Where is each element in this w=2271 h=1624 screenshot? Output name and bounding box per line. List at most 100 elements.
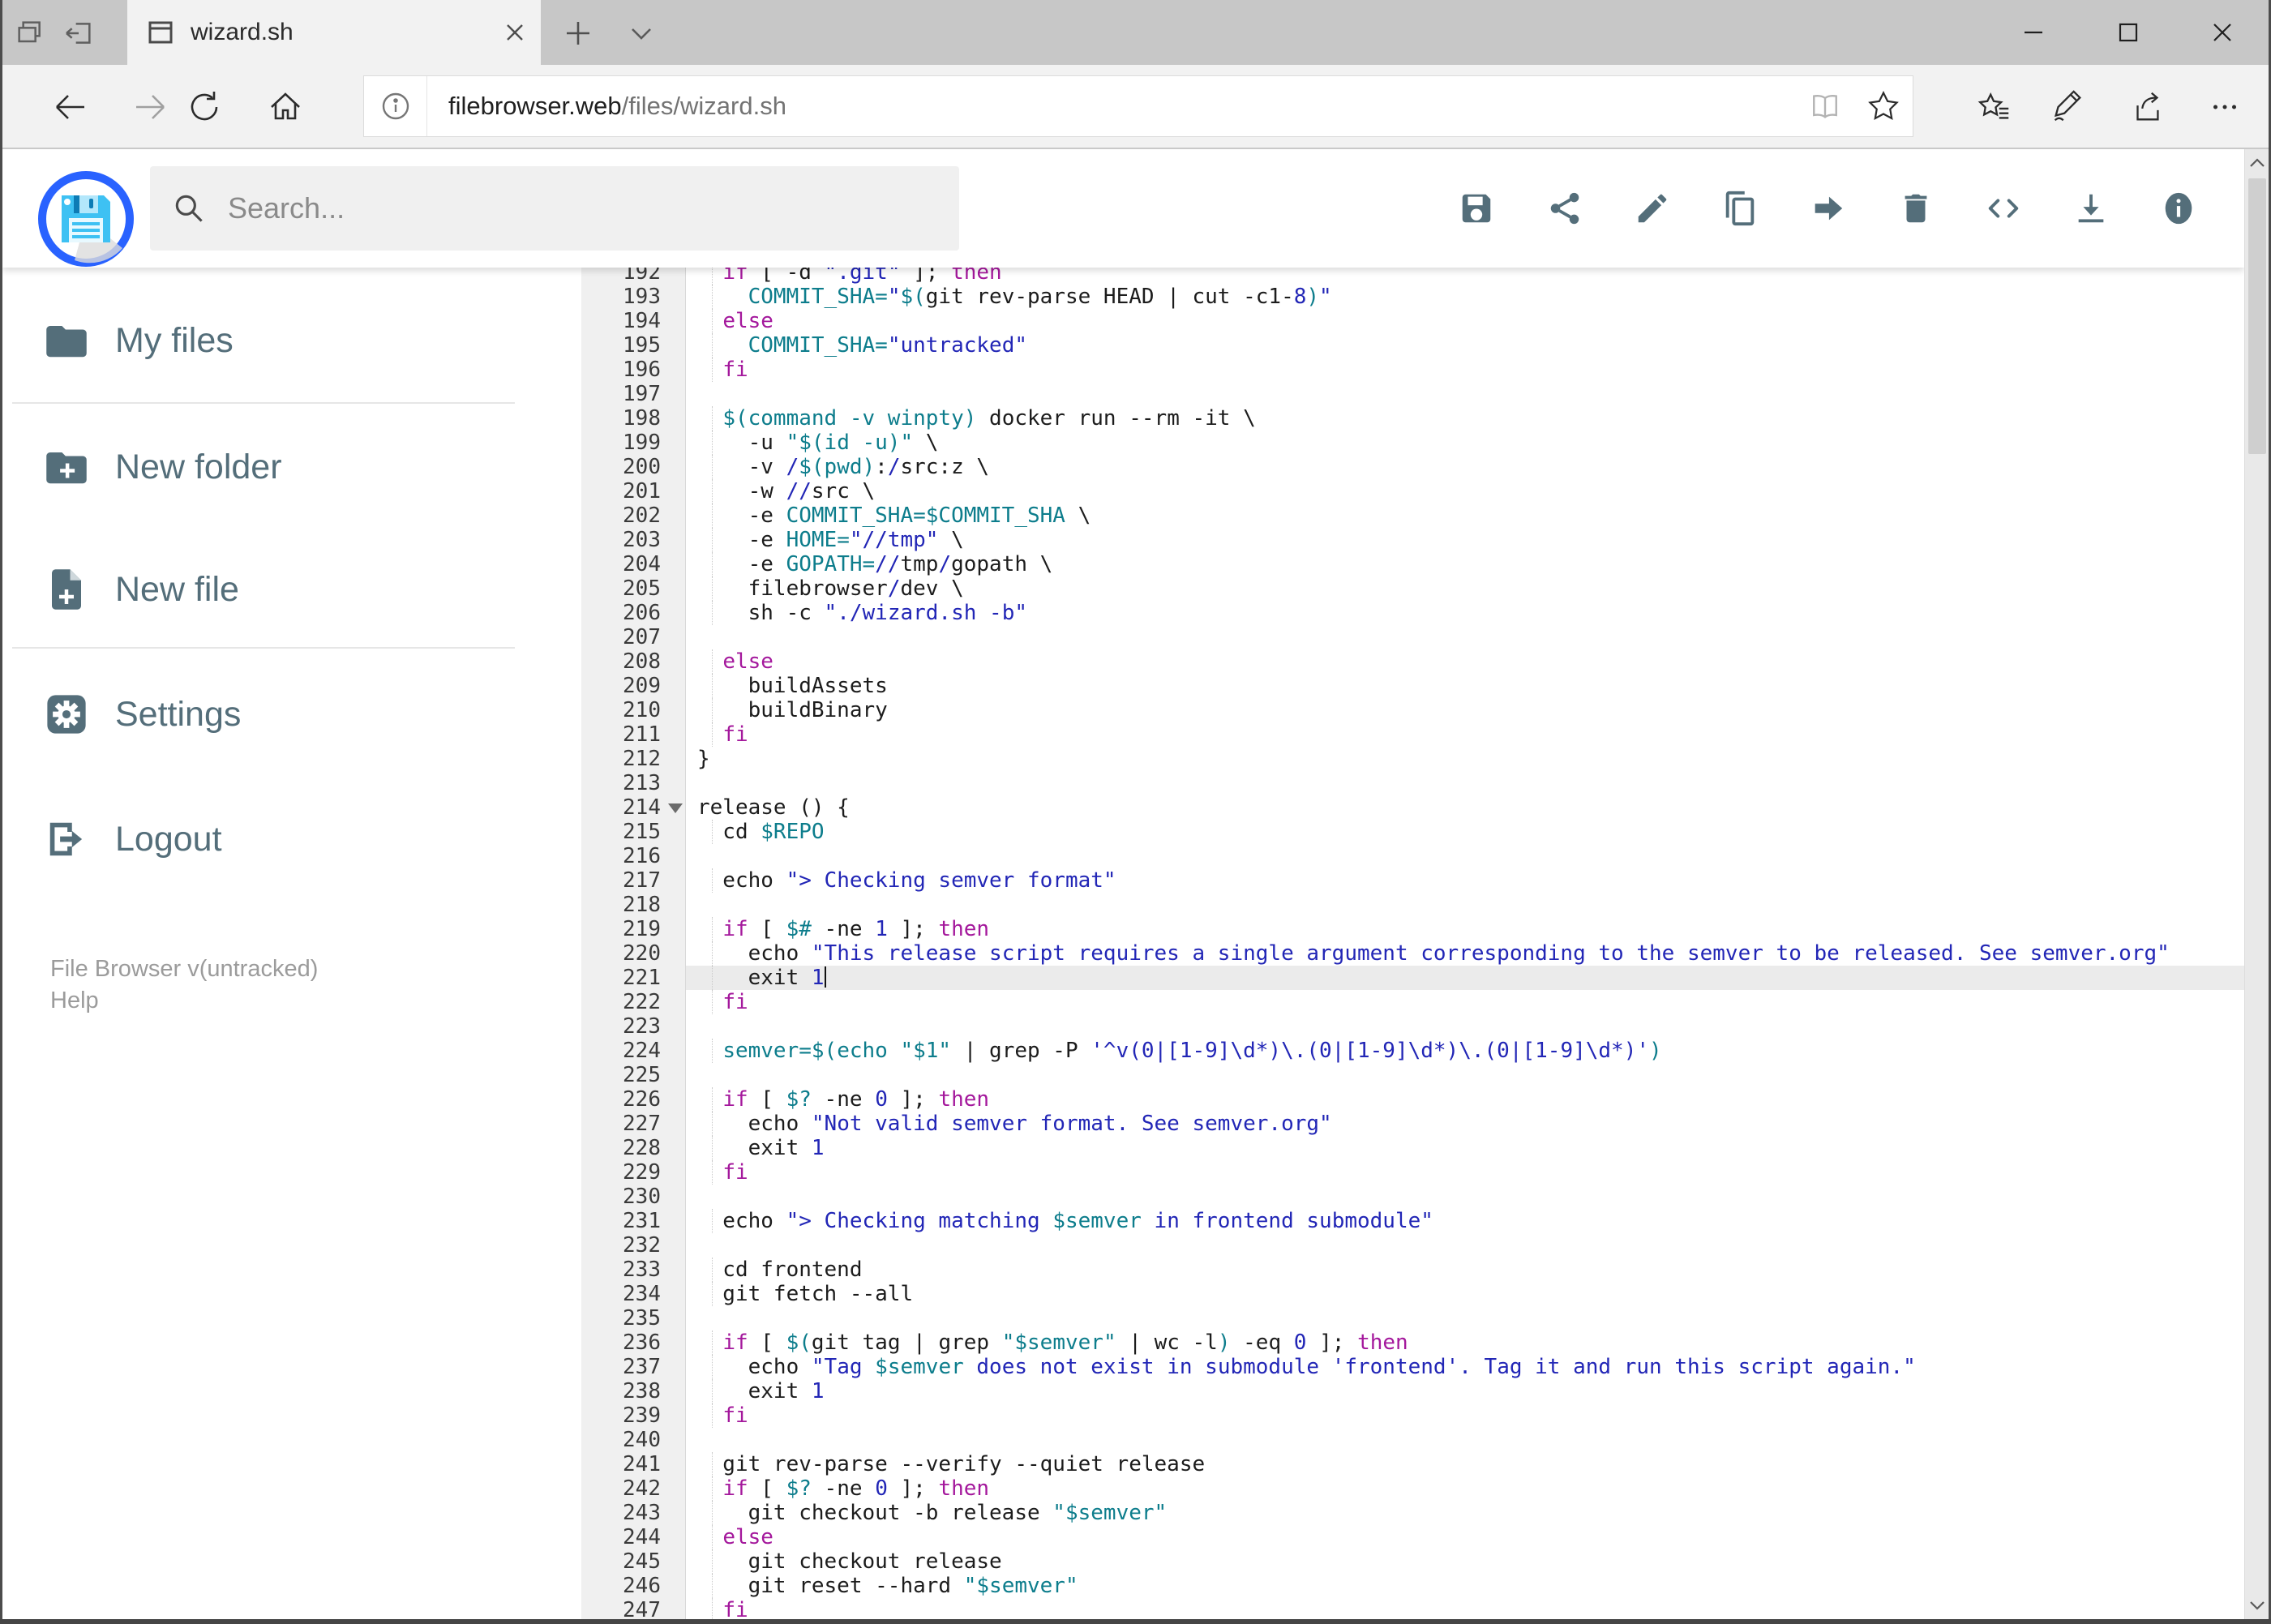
code-text[interactable]: git fetch --all (686, 1282, 2244, 1306)
code-text[interactable] (686, 1014, 2244, 1039)
back-button[interactable] (47, 84, 92, 130)
delete-button[interactable] (1883, 176, 1948, 241)
code-text[interactable]: fi (686, 1403, 2244, 1428)
code-text[interactable]: $(command -v winpty) docker run --rm -it… (686, 406, 2244, 431)
code-text[interactable] (686, 382, 2244, 406)
code-line[interactable]: 236 if [ $(git tag | grep "$semver" | wc… (581, 1330, 2244, 1355)
move-button[interactable] (1795, 176, 1860, 241)
sidebar-item-logout[interactable]: Logout (2, 795, 523, 884)
code-text[interactable]: COMMIT_SHA="untracked" (686, 333, 2244, 358)
code-text[interactable]: echo "This release script requires a sin… (686, 941, 2244, 966)
code-line[interactable]: 227 echo "Not valid semver format. See s… (581, 1112, 2244, 1136)
code-line[interactable]: 215 cd $REPO (581, 820, 2244, 844)
code-line[interactable]: 240 (581, 1428, 2244, 1452)
code-line[interactable]: 210 buildBinary (581, 698, 2244, 722)
code-line[interactable]: 239 fi (581, 1403, 2244, 1428)
code-line[interactable]: 209 buildAssets (581, 674, 2244, 698)
scroll-up-icon[interactable] (2245, 149, 2269, 177)
code-text[interactable]: else (686, 1525, 2244, 1549)
code-line[interactable]: 247 fi (581, 1598, 2244, 1619)
code-text[interactable] (686, 625, 2244, 649)
code-line[interactable]: 225 (581, 1063, 2244, 1087)
code-line[interactable]: 195 COMMIT_SHA="untracked" (581, 333, 2244, 358)
code-line[interactable]: 244 else (581, 1525, 2244, 1549)
window-minimize-button[interactable] (2005, 11, 2062, 54)
code-text[interactable] (686, 1233, 2244, 1258)
code-line[interactable]: 223 (581, 1014, 2244, 1039)
code-line[interactable]: 212} (581, 747, 2244, 771)
code-text[interactable]: if [ $? -ne 0 ]; then (686, 1087, 2244, 1112)
code-line[interactable]: 208 else (581, 649, 2244, 674)
code-line[interactable]: 222 fi (581, 990, 2244, 1014)
download-button[interactable] (2059, 176, 2123, 241)
fold-marker-icon[interactable] (668, 803, 683, 813)
code-line[interactable]: 204 -e GOPATH=//tmp/gopath \ (581, 552, 2244, 576)
code-line[interactable]: 238 exit 1 (581, 1379, 2244, 1403)
code-line[interactable]: 221 exit 1 (581, 966, 2244, 990)
code-text[interactable] (686, 771, 2244, 795)
scrollbar-thumb[interactable] (2248, 178, 2266, 454)
code-text[interactable]: fi (686, 358, 2244, 382)
tab-close-icon[interactable] (497, 15, 533, 50)
code-line[interactable]: 198 $(command -v winpty) docker run --rm… (581, 406, 2244, 431)
code-line[interactable]: 246 git reset --hard "$semver" (581, 1574, 2244, 1598)
code-line[interactable]: 218 (581, 893, 2244, 917)
page-scrollbar[interactable] (2244, 149, 2269, 1619)
code-line[interactable]: 197 (581, 382, 2244, 406)
set-tabs-aside-icon[interactable] (60, 15, 97, 52)
code-text[interactable]: -e HOME="//tmp" \ (686, 528, 2244, 552)
code-text[interactable]: fi (686, 1160, 2244, 1185)
code-text[interactable] (686, 893, 2244, 917)
window-maximize-button[interactable] (2100, 11, 2157, 54)
tab-list-chevron-icon[interactable] (623, 15, 660, 52)
code-line[interactable]: 241 git rev-parse --verify --quiet relea… (581, 1452, 2244, 1476)
code-text[interactable]: buildBinary (686, 698, 2244, 722)
code-text[interactable]: exit 1 (686, 966, 2244, 990)
rename-button[interactable] (1620, 176, 1685, 241)
code-line[interactable]: 207 (581, 625, 2244, 649)
code-line[interactable]: 193 COMMIT_SHA="$(git rev-parse HEAD | c… (581, 285, 2244, 309)
help-link[interactable]: Help (50, 985, 318, 1017)
code-line[interactable]: 196 fi (581, 358, 2244, 382)
home-button[interactable] (263, 84, 308, 130)
code-line[interactable]: 202 -e COMMIT_SHA=$COMMIT_SHA \ (581, 503, 2244, 528)
web-notes-pen-icon[interactable] (2042, 83, 2093, 131)
share-button[interactable] (1532, 176, 1597, 241)
code-text[interactable]: else (686, 309, 2244, 333)
sidebar-item-settings[interactable]: Settings (2, 670, 523, 759)
code-text[interactable]: echo "Not valid semver format. See semve… (686, 1112, 2244, 1136)
code-text[interactable]: -v /$(pwd):/src:z \ (686, 455, 2244, 479)
code-line[interactable]: 201 -w //src \ (581, 479, 2244, 503)
info-button[interactable] (2146, 176, 2211, 241)
code-line[interactable]: 216 (581, 844, 2244, 868)
code-line[interactable]: 230 (581, 1185, 2244, 1209)
code-text[interactable]: echo "> Checking semver format" (686, 868, 2244, 893)
code-editor[interactable]: 192 if [ -d ".git" ]; then 193 COMMIT_SHA… (581, 268, 2244, 1619)
code-line[interactable]: 229 fi (581, 1160, 2244, 1185)
code-text[interactable] (686, 1063, 2244, 1087)
code-text[interactable]: if [ $(git tag | grep "$semver" | wc -l)… (686, 1330, 2244, 1355)
window-close-button[interactable] (2194, 11, 2251, 54)
sidebar-item-my-files[interactable]: My files (2, 296, 523, 385)
code-text[interactable]: if [ -d ".git" ]; then (686, 268, 2244, 285)
code-text[interactable]: exit 1 (686, 1379, 2244, 1403)
code-text[interactable]: -e COMMIT_SHA=$COMMIT_SHA \ (686, 503, 2244, 528)
code-line[interactable]: 199 -u "$(id -u)" \ (581, 431, 2244, 455)
code-line[interactable]: 211 fi (581, 722, 2244, 747)
code-text[interactable]: buildAssets (686, 674, 2244, 698)
code-line[interactable]: 234 git fetch --all (581, 1282, 2244, 1306)
code-text[interactable]: exit 1 (686, 1136, 2244, 1160)
filebrowser-logo[interactable] (38, 171, 134, 267)
sidebar-item-new-file[interactable]: New file (2, 545, 523, 634)
code-text[interactable]: -u "$(id -u)" \ (686, 431, 2244, 455)
code-text[interactable]: else (686, 649, 2244, 674)
code-text[interactable]: git rev-parse --verify --quiet release (686, 1452, 2244, 1476)
code-text[interactable]: echo "Tag $semver does not exist in subm… (686, 1355, 2244, 1379)
code-text[interactable]: git checkout release (686, 1549, 2244, 1574)
code-text[interactable] (686, 1185, 2244, 1209)
code-text[interactable]: fi (686, 990, 2244, 1014)
code-text[interactable]: -e GOPATH=//tmp/gopath \ (686, 552, 2244, 576)
code-text[interactable]: echo "> Checking matching $semver in fro… (686, 1209, 2244, 1233)
code-text[interactable]: semver=$(echo "$1" | grep -P '^v(0|[1-9]… (686, 1039, 2244, 1063)
reading-view-icon[interactable] (1796, 76, 1854, 136)
